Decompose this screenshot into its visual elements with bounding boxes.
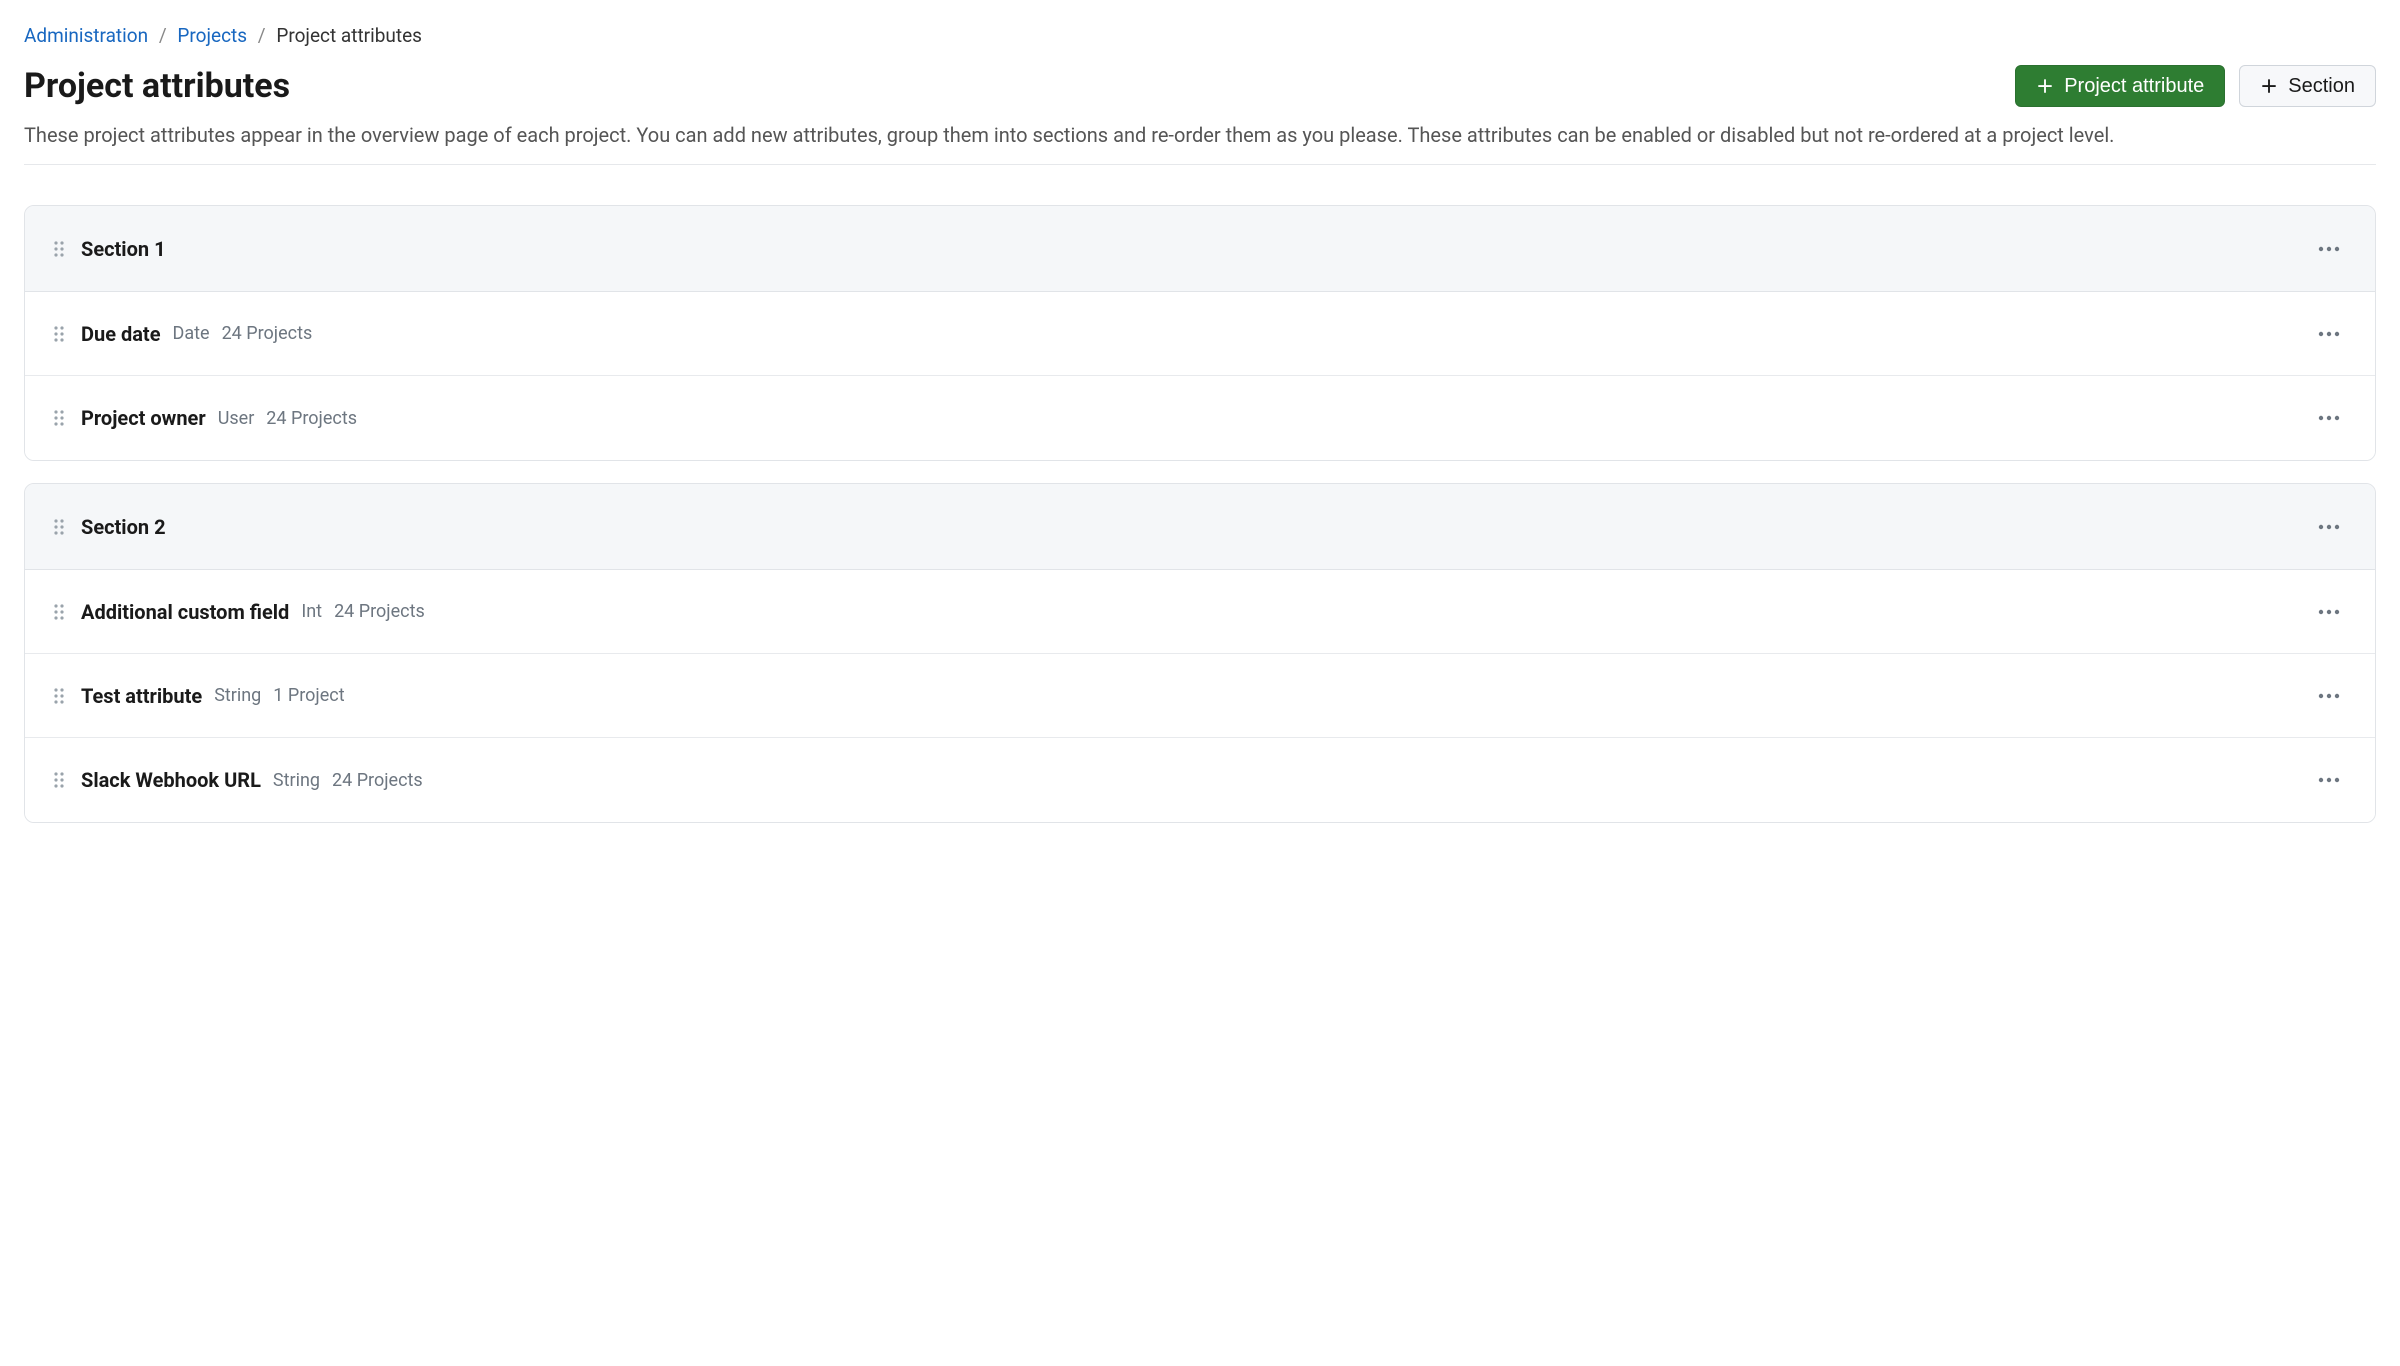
section-group: Section 1 Due date Date 24 Projects Proj… [24,205,2376,461]
attribute-type: String [214,685,261,706]
attribute-row: Test attribute String 1 Project [25,654,2375,738]
section-header: Section 2 [25,484,2375,570]
attribute-name: Project owner [81,406,206,430]
drag-handle-icon[interactable] [51,325,67,343]
attribute-more-button[interactable] [2309,398,2349,438]
attribute-row: Project owner User 24 Projects [25,376,2375,460]
drag-handle-icon[interactable] [51,603,67,621]
drag-handle-icon[interactable] [51,771,67,789]
section-title: Section 2 [81,515,166,539]
plus-icon [2260,77,2278,95]
drag-handle-icon[interactable] [51,240,67,258]
drag-handle-icon[interactable] [51,409,67,427]
attribute-more-button[interactable] [2309,314,2349,354]
breadcrumb-administration[interactable]: Administration [24,24,148,47]
attribute-type: Int [301,601,322,622]
section-group: Section 2 Additional custom field Int 24… [24,483,2376,823]
attribute-row: Due date Date 24 Projects [25,292,2375,376]
add-project-attribute-label: Project attribute [2064,76,2204,96]
breadcrumb-current: Project attributes [276,24,422,47]
attribute-type: String [273,770,320,791]
breadcrumb-projects[interactable]: Projects [177,24,247,47]
attribute-type: Date [173,323,210,344]
attribute-projects-count: 24 Projects [334,601,425,622]
add-section-button[interactable]: Section [2239,65,2376,107]
section-more-button[interactable] [2309,507,2349,547]
attribute-type: User [218,408,255,429]
drag-handle-icon[interactable] [51,687,67,705]
add-section-label: Section [2288,76,2355,96]
attribute-projects-count: 24 Projects [332,770,423,791]
header-divider [24,164,2376,165]
attribute-more-button[interactable] [2309,592,2349,632]
add-project-attribute-button[interactable]: Project attribute [2015,65,2225,107]
plus-icon [2036,77,2054,95]
attribute-more-button[interactable] [2309,760,2349,800]
attribute-row: Additional custom field Int 24 Projects [25,570,2375,654]
breadcrumb-separator: / [159,24,167,47]
attribute-projects-count: 24 Projects [266,408,357,429]
attribute-row: Slack Webhook URL String 24 Projects [25,738,2375,822]
attribute-projects-count: 24 Projects [222,323,313,344]
section-more-button[interactable] [2309,229,2349,269]
section-header: Section 1 [25,206,2375,292]
attribute-name: Test attribute [81,684,202,708]
attribute-name: Slack Webhook URL [81,768,261,792]
breadcrumb: Administration / Projects / Project attr… [24,24,2376,47]
page-description: These project attributes appear in the o… [24,121,2376,150]
breadcrumb-separator: / [258,24,266,47]
page-title: Project attributes [24,66,290,106]
attribute-projects-count: 1 Project [273,685,344,706]
header-actions: Project attribute Section [2015,65,2376,107]
page-header: Project attributes Project attribute Sec… [24,65,2376,107]
attribute-name: Due date [81,322,161,346]
attribute-more-button[interactable] [2309,676,2349,716]
section-title: Section 1 [81,237,166,261]
drag-handle-icon[interactable] [51,518,67,536]
attribute-name: Additional custom field [81,600,289,624]
